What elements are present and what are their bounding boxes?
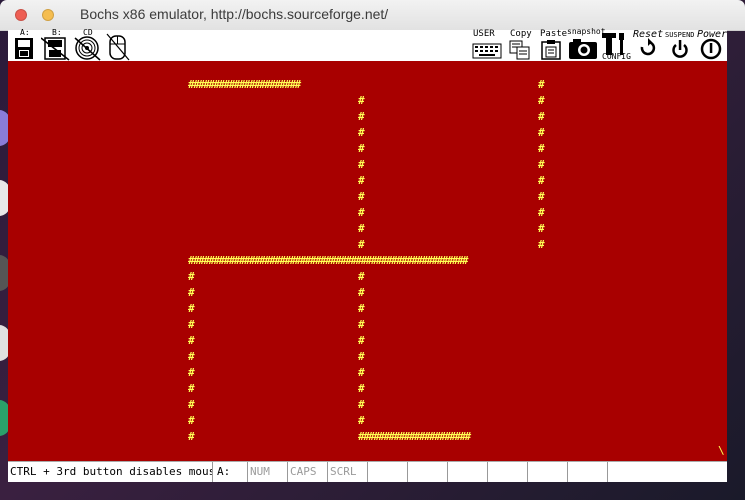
hash-glyph: #	[358, 398, 365, 411]
hash-glyph: #	[358, 94, 365, 107]
hash-glyph: #	[188, 318, 195, 331]
hash-glyph: #	[538, 238, 545, 251]
toolbar: A: B: CD USER Copy Paste snapshot CONFIG…	[8, 27, 728, 61]
floppy-b-label: B:	[52, 28, 62, 37]
hash-glyph: #	[538, 158, 545, 171]
status-message: CTRL + 3rd button disables mouse	[8, 462, 213, 482]
hash-glyph: #	[538, 110, 545, 123]
hash-glyph: #	[538, 174, 545, 187]
status-slot	[568, 462, 608, 482]
hash-glyph: #	[358, 174, 365, 187]
hash-glyph: #	[188, 302, 195, 315]
hash-glyph: #	[358, 270, 365, 283]
status-scrl: SCRL	[328, 462, 368, 482]
hash-glyph: #	[188, 430, 195, 443]
mouse-icon	[106, 33, 130, 61]
hash-glyph: #	[188, 334, 195, 347]
status-slot	[608, 462, 727, 482]
cdrom-label: CD	[83, 28, 93, 37]
config-label: CONFIG	[602, 52, 631, 61]
snapshot-button[interactable]: snapshot	[567, 27, 606, 61]
hash-glyph: #	[358, 350, 365, 363]
status-slot	[528, 462, 568, 482]
hash-glyph: #	[358, 414, 365, 427]
status-bar: CTRL + 3rd button disables mouse A: NUM …	[8, 461, 727, 482]
status-caps: CAPS	[288, 462, 328, 482]
hash-glyph: #	[538, 190, 545, 203]
hash-glyph: #	[358, 286, 365, 299]
bochs-window: Bochs x86 emulator, http://bochs.sourcef…	[0, 0, 745, 500]
status-slot	[368, 462, 408, 482]
hash-glyph: #	[358, 158, 365, 171]
status-slot	[408, 462, 448, 482]
hash-glyph: #	[188, 270, 195, 283]
status-slot	[488, 462, 528, 482]
hash-glyph: #	[358, 190, 365, 203]
copy-label: Copy	[510, 29, 532, 39]
reset-button[interactable]: Reset	[633, 29, 664, 61]
hash-line-middle: ########################################…	[188, 254, 469, 267]
status-drive: A:	[213, 462, 248, 482]
hash-glyph: #	[538, 142, 545, 155]
hash-glyph: #	[188, 366, 195, 379]
copy-button[interactable]: Copy	[507, 29, 535, 61]
config-button[interactable]: CONFIG	[601, 30, 631, 61]
snapshot-label: snapshot	[567, 27, 606, 36]
text-cursor: \	[718, 444, 725, 457]
floppy-a-button[interactable]: A:	[12, 28, 38, 61]
suspend-label: SUSPEND	[665, 31, 695, 39]
hash-glyph: #	[538, 94, 545, 107]
user-keyboard-button[interactable]: USER	[471, 29, 503, 61]
emulator-screen[interactable]: ###################### #################…	[8, 61, 727, 461]
paste-label: Paste	[540, 29, 568, 39]
cdrom-button[interactable]: CD	[73, 28, 103, 61]
hash-glyph: #	[358, 110, 365, 123]
hash-glyph: #	[538, 222, 545, 235]
hash-glyph: #	[358, 366, 365, 379]
hash-glyph: #	[358, 142, 365, 155]
hash-glyph: #	[188, 286, 195, 299]
power-button[interactable]: Power	[697, 29, 728, 61]
reset-label: Reset	[633, 29, 664, 40]
hash-glyph: #	[358, 334, 365, 347]
floppy-a-label: A:	[20, 28, 30, 37]
hash-glyph: #	[358, 318, 365, 331]
hash-line-bottom: ######################	[358, 430, 471, 443]
mouse-button[interactable]	[105, 30, 131, 61]
hash-glyph: #	[358, 126, 365, 139]
hash-glyph: #	[358, 382, 365, 395]
status-num: NUM	[248, 462, 288, 482]
hash-glyph: #	[358, 238, 365, 251]
hash-glyph: #	[358, 222, 365, 235]
hash-glyph: #	[188, 350, 195, 363]
hash-glyph: #	[358, 302, 365, 315]
hash-glyph: #	[188, 398, 195, 411]
paste-button[interactable]: Paste	[538, 29, 568, 61]
power-label: Power	[697, 29, 728, 40]
hash-glyph: #	[538, 78, 545, 91]
suspend-button[interactable]: SUSPEND	[665, 30, 697, 61]
window-title: Bochs x86 emulator, http://bochs.sourcef…	[80, 6, 389, 22]
hash-glyph: #	[538, 206, 545, 219]
hash-glyph: #	[188, 382, 195, 395]
floppy-b-button[interactable]: B:	[41, 28, 71, 61]
hash-glyph: #	[188, 414, 195, 427]
hash-line-top: ######################	[188, 78, 301, 91]
close-button[interactable]	[15, 9, 27, 21]
hash-glyph: #	[538, 126, 545, 139]
user-label: USER	[473, 29, 495, 39]
status-slot	[448, 462, 488, 482]
minimize-button[interactable]	[42, 9, 54, 21]
hash-glyph: #	[358, 206, 365, 219]
title-bar[interactable]: Bochs x86 emulator, http://bochs.sourcef…	[0, 0, 745, 31]
